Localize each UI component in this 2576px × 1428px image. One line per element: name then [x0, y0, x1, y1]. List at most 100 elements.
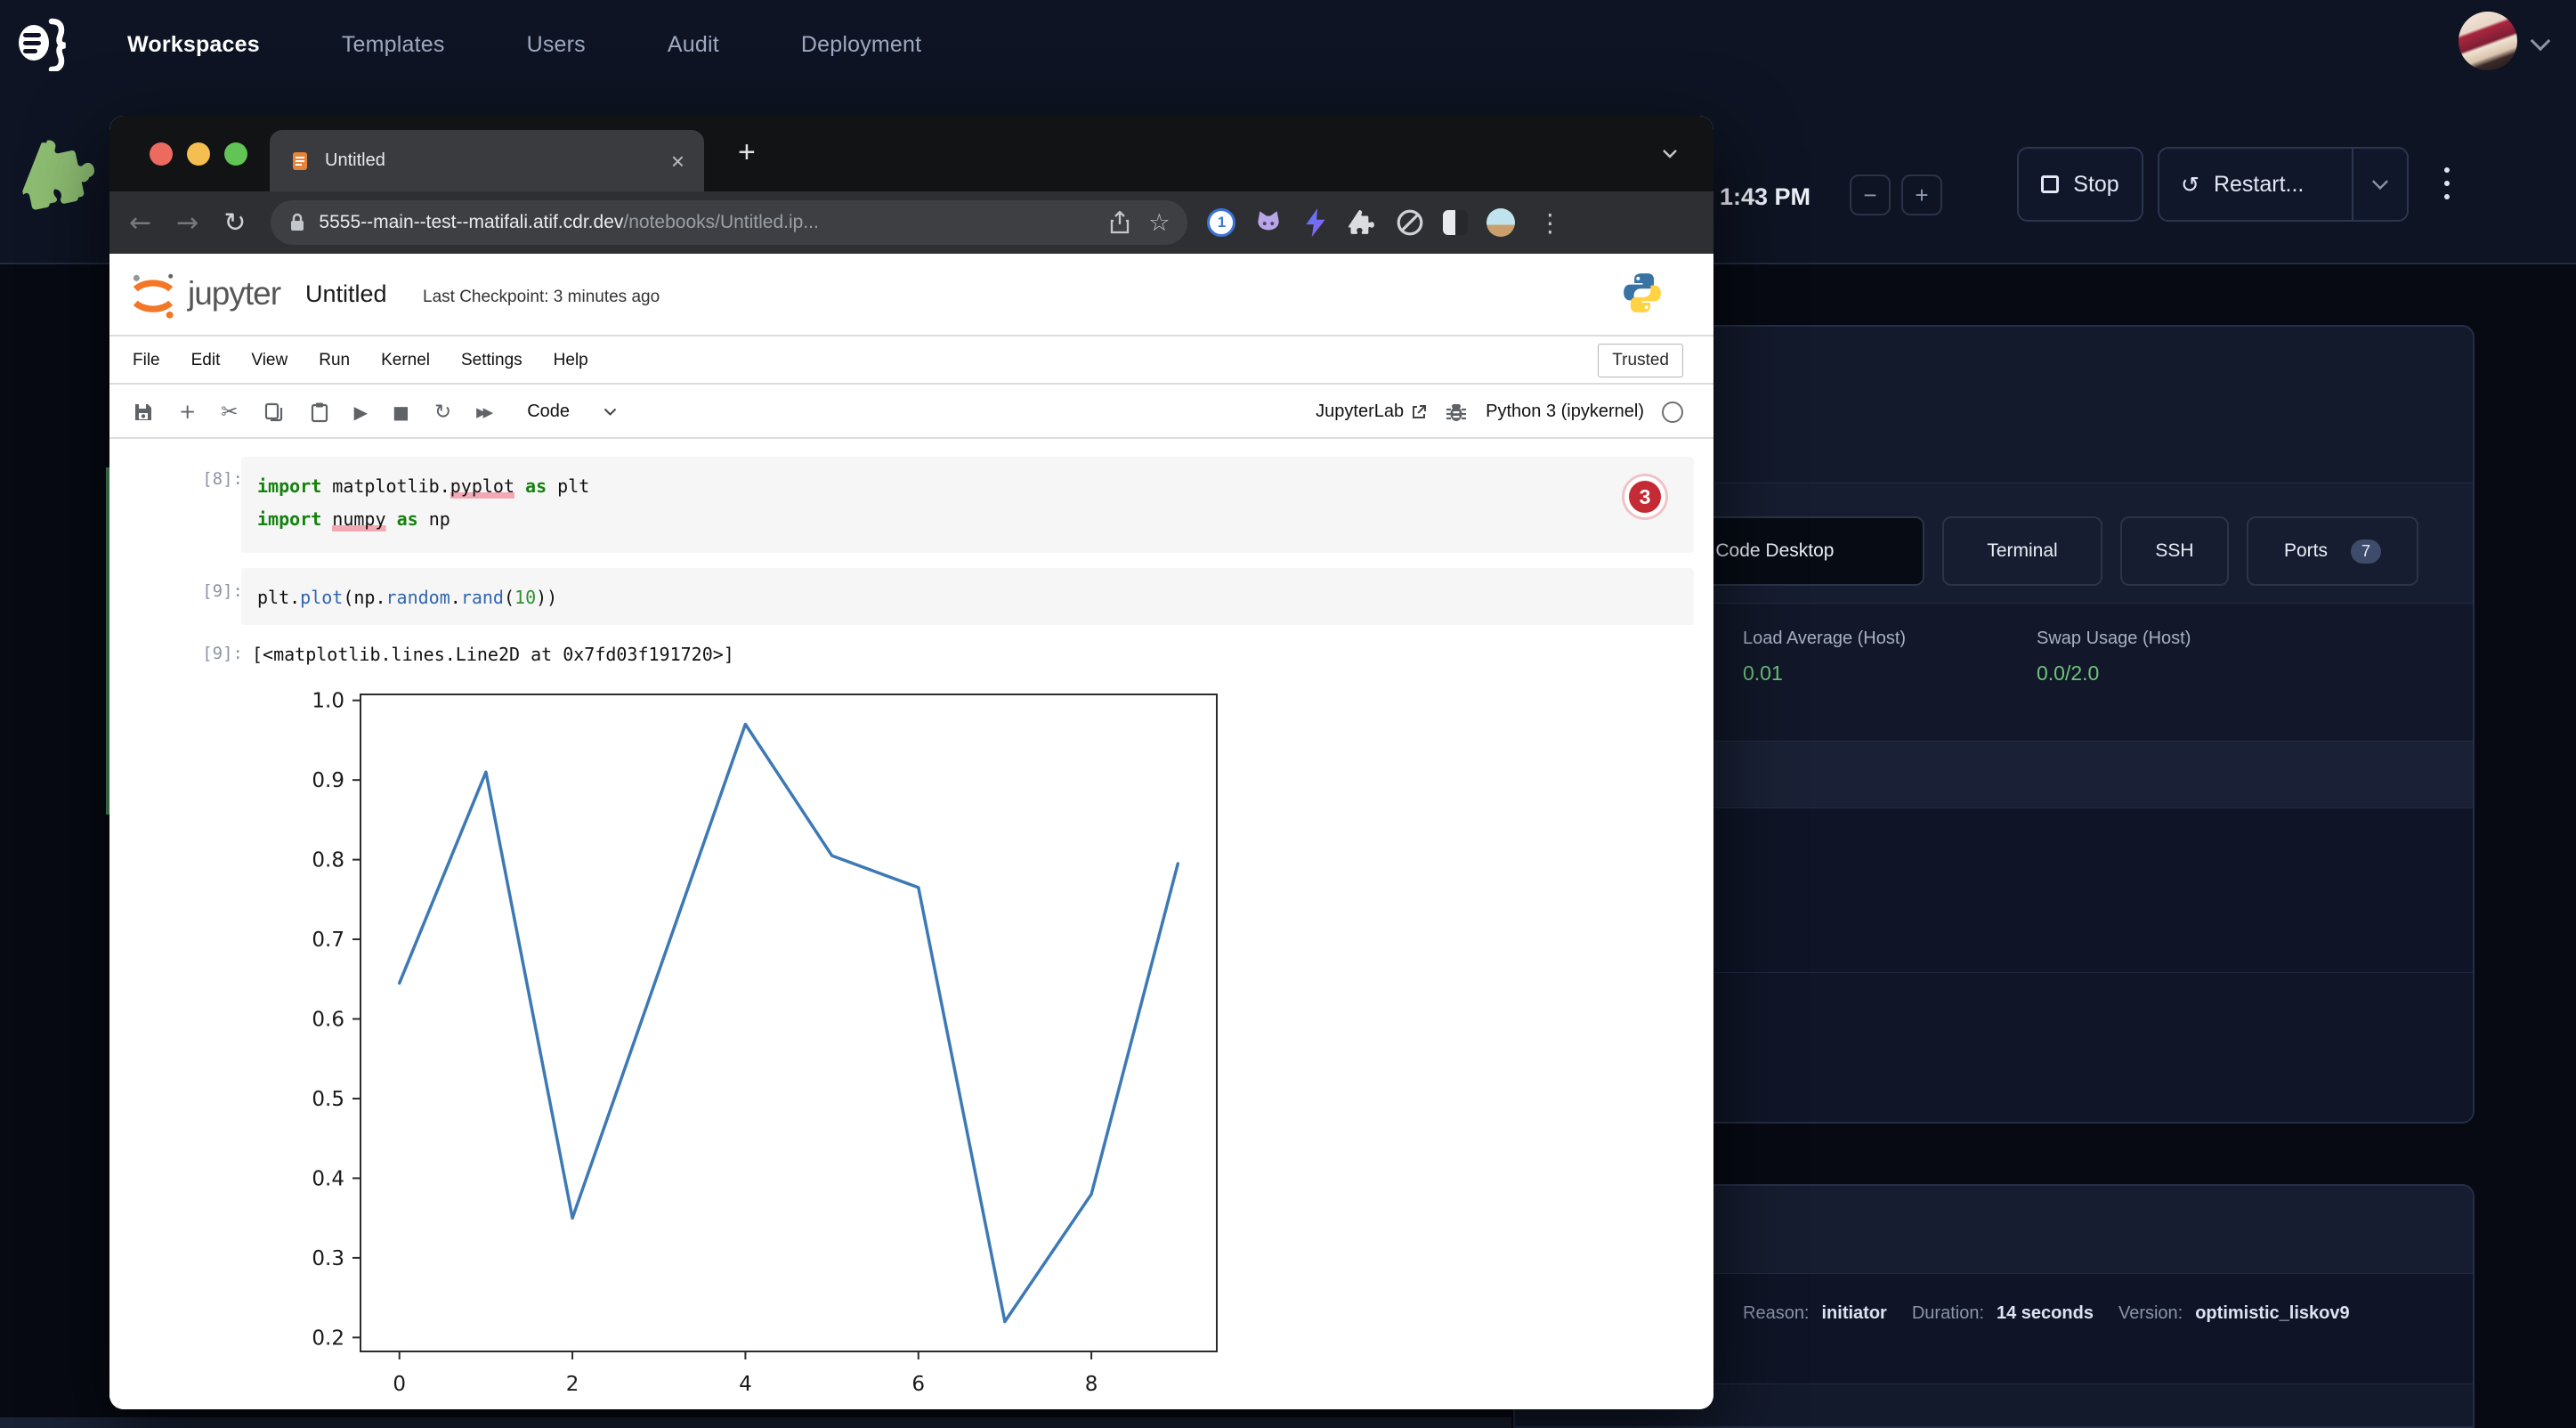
kernel-name[interactable]: Python 3 (ipykernel) — [1486, 402, 1644, 422]
resource-button-ports[interactable]: Ports7 — [2247, 516, 2418, 586]
jupyter-menubar: File Edit View Run Kernel Settings Help Trusted — [109, 338, 1713, 385]
resource-button-terminal[interactable]: Terminal — [1942, 516, 2102, 586]
bottom-panel-edge — [0, 1417, 1511, 1428]
python-logo-icon — [1621, 272, 1664, 314]
share-icon[interactable] — [1109, 211, 1130, 234]
cell-type-select[interactable]: Code — [527, 402, 617, 422]
cut-cells-button[interactable]: ✂ — [221, 401, 238, 424]
code-cell[interactable]: plt.plot(np.random.rand(10)) — [241, 568, 1694, 625]
jupyter-header: jupyter Untitled Last Checkpoint: 3 minu… — [109, 254, 1713, 337]
menu-item[interactable]: Run — [319, 351, 350, 370]
puzzle-piece-icon — [12, 128, 103, 219]
add-cell-button[interactable]: + — [179, 401, 196, 424]
tab-title: Untitled — [325, 150, 671, 171]
restart-options-chevron[interactable] — [2352, 149, 2407, 220]
coder-logo-icon[interactable] — [14, 14, 77, 71]
metric: Load Average (Host)0.01 — [1743, 629, 1906, 686]
reload-button[interactable]: ↻ — [223, 207, 246, 239]
tab-search-chevron-icon[interactable] — [1662, 148, 1678, 164]
user-avatar[interactable] — [2459, 12, 2517, 70]
window-minimize-button[interactable] — [187, 142, 210, 166]
cat-extension-icon[interactable] — [1254, 208, 1283, 237]
resource-button-label: Ports — [2284, 540, 2328, 562]
tab-close-icon[interactable]: × — [671, 150, 685, 173]
notification-badge[interactable]: 3 — [1624, 476, 1665, 517]
toolbar-right-group: JupyterLab Python 3 (ipykernel) — [1316, 401, 1713, 424]
jupyter-notebook-page: jupyter Untitled Last Checkpoint: 3 minu… — [109, 254, 1713, 1409]
menu-item[interactable]: Edit — [191, 351, 221, 370]
version-value: optimistic_liskov9 — [2195, 1303, 2349, 1324]
resource-button-label: SSH — [2155, 540, 2193, 562]
svg-text:0.2: 0.2 — [312, 1327, 344, 1350]
bolt-extension-icon[interactable] — [1301, 208, 1330, 237]
puzzle-extension-icon[interactable] — [1349, 208, 1377, 237]
code-line: plt.plot(np.random.rand(10)) — [257, 581, 1678, 614]
interrupt-kernel-button[interactable]: ■ — [393, 402, 409, 423]
run-cell-button[interactable]: ▶ — [354, 402, 368, 423]
cell-input-prompt: [8]: — [172, 469, 243, 489]
menu-item[interactable]: Kernel — [381, 351, 430, 370]
reason-label: Reason: — [1743, 1303, 1810, 1324]
nav-item[interactable]: Deployment — [801, 32, 921, 58]
zoom-in-button[interactable]: + — [1901, 174, 1942, 215]
lock-icon — [288, 212, 306, 233]
window-zoom-button[interactable] — [224, 142, 247, 166]
run-all-button[interactable]: ▶▶ — [476, 404, 490, 420]
svg-text:8: 8 — [1085, 1373, 1098, 1396]
slashed-circle-extension-icon[interactable] — [1396, 208, 1424, 237]
matplotlib-figure: 0.20.30.40.50.60.70.80.91.002468 — [288, 672, 1258, 1402]
svg-text:0.4: 0.4 — [312, 1167, 344, 1190]
nav-item[interactable]: Users — [527, 32, 586, 58]
window-close-button[interactable] — [150, 142, 173, 166]
url-path: /notebooks/Untitled.ip... — [623, 212, 818, 232]
zoom-out-button[interactable]: − — [1850, 174, 1891, 215]
menu-item[interactable]: File — [133, 351, 160, 370]
browser-tab[interactable]: Untitled × — [270, 130, 704, 191]
copy-cells-button[interactable] — [263, 402, 285, 423]
last-checkpoint: Last Checkpoint: 3 minutes ago — [423, 288, 660, 307]
debugger-bug-icon[interactable] — [1445, 401, 1468, 424]
build-info-row: Reason: initiator Duration: 14 seconds V… — [1743, 1303, 2362, 1324]
duration-value: 14 seconds — [1997, 1303, 2094, 1324]
code-line: import numpy as np — [257, 503, 1678, 536]
stop-icon — [2041, 175, 2059, 193]
save-button[interactable] — [133, 402, 154, 423]
jupyterlab-link[interactable]: JupyterLab — [1316, 402, 1427, 422]
nav-item[interactable]: Audit — [668, 32, 719, 58]
nav-item[interactable]: Workspaces — [127, 32, 260, 58]
address-bar[interactable]: 5555--main--test--matifali.atif.cdr.dev/… — [271, 200, 1187, 245]
forward-button[interactable]: → — [176, 207, 198, 239]
new-tab-button[interactable]: + — [738, 135, 756, 170]
cell-type-value: Code — [527, 402, 570, 422]
svg-text:0.9: 0.9 — [312, 769, 344, 792]
jupyter-logo-icon — [127, 270, 179, 321]
back-button[interactable]: ← — [129, 207, 151, 239]
restart-label: Restart... — [2214, 172, 2304, 198]
menu-item[interactable]: View — [251, 351, 288, 370]
nav-items: Workspaces Templates Users Audit Deployment — [127, 32, 921, 58]
onepassword-extension-icon[interactable]: 1 — [1207, 208, 1235, 237]
nav-item[interactable]: Templates — [342, 32, 445, 58]
menu-item[interactable]: Settings — [461, 351, 522, 370]
resource-button-ssh[interactable]: SSH — [2120, 516, 2229, 586]
resource-button-label: Terminal — [1987, 540, 2057, 562]
bookmark-star-icon[interactable]: ☆ — [1148, 209, 1170, 237]
browser-profile-avatar[interactable] — [1486, 208, 1515, 237]
browser-menu-kebab-icon[interactable]: ⋮ — [1537, 208, 1562, 238]
darkreader-extension-icon[interactable] — [1443, 210, 1468, 235]
workspace-more-menu[interactable] — [2435, 158, 2459, 208]
user-menu-chevron-icon[interactable] — [2531, 31, 2551, 52]
stop-workspace-button[interactable]: Stop — [2017, 147, 2143, 222]
jupyterlab-label: JupyterLab — [1316, 402, 1404, 422]
restart-kernel-button[interactable]: ↻ — [434, 401, 451, 424]
cell-input-prompt: [9]: — [172, 581, 243, 601]
svg-text:6: 6 — [911, 1373, 925, 1396]
metric-value: 0.0/2.0 — [2037, 661, 2191, 686]
jupyter-wordmark: jupyter — [188, 275, 280, 312]
restart-workspace-button[interactable]: ↺ Restart... — [2158, 147, 2409, 222]
paste-cells-button[interactable] — [310, 402, 329, 423]
notebook-title[interactable]: Untitled — [305, 280, 387, 308]
menu-item[interactable]: Help — [554, 351, 588, 370]
code-cell[interactable]: import matplotlib.pyplot as plt import n… — [241, 457, 1694, 553]
trusted-button[interactable]: Trusted — [1598, 344, 1683, 377]
